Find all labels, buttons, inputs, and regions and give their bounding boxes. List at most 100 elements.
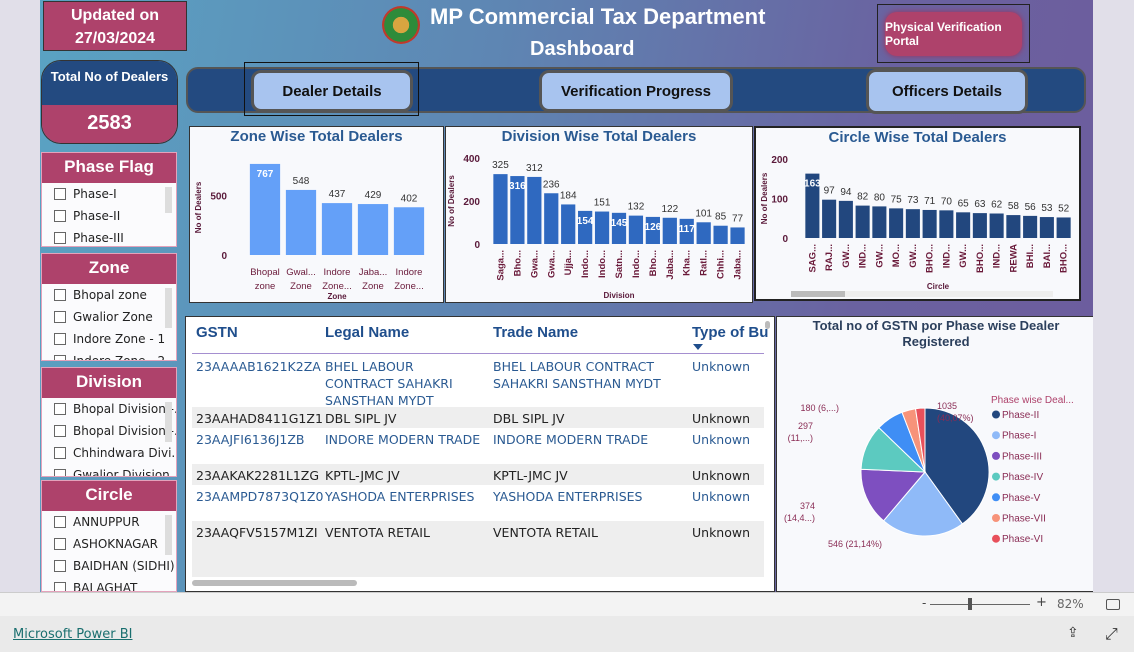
table-cell: Unknown (692, 432, 751, 447)
data-label: 63 (974, 199, 986, 210)
slicer-item[interactable]: ASHOKNAGAR (42, 533, 176, 555)
legend-marker (992, 514, 1000, 522)
checkbox[interactable] (54, 403, 66, 415)
legend-marker (992, 410, 1000, 419)
slicer-item[interactable]: Gwalior Division... (42, 464, 176, 476)
slicer-item[interactable]: Gwalior Zone (42, 306, 176, 328)
slicer-item[interactable]: Bhopal Division -... (42, 398, 176, 420)
slicer-scrollbar[interactable] (165, 187, 172, 213)
slicer-item[interactable]: Bhopal zone (42, 284, 176, 306)
expand-icon[interactable]: ⤢ (1105, 624, 1118, 644)
slicer-item[interactable]: Bhopal Division -... (42, 420, 176, 442)
power-bi-link[interactable]: Microsoft Power BI (13, 627, 132, 642)
share-icon[interactable]: ⇪ (1067, 625, 1079, 641)
x-tick-label: BAI... (1042, 244, 1053, 268)
slicer-item[interactable]: Phase-II (42, 205, 176, 227)
x-tick-label: zone (255, 281, 276, 292)
pie-data-label: (11,...) (788, 433, 813, 443)
checkbox[interactable] (54, 289, 66, 301)
checkbox[interactable] (54, 447, 66, 459)
phase-pie-chart: Total no of GSTN por Phase wise Dealer R… (776, 316, 1093, 592)
tab-officers-details[interactable]: Officers Details (866, 69, 1028, 114)
x-tick-label: SAG... (807, 244, 818, 273)
checkbox[interactable] (54, 333, 66, 345)
fit-to-page-icon[interactable] (1106, 599, 1120, 610)
x-tick-label: Satn... (614, 250, 625, 279)
bar (939, 210, 954, 238)
x-tick-label: Zone... (322, 281, 352, 292)
slicer-scrollbar[interactable] (165, 288, 172, 328)
pie-chart-svg: 1035 (40,07%) 546 (21,14%) 374 (14,4...) 297 (… (784, 395, 1074, 549)
data-label: 402 (401, 193, 418, 204)
table-row[interactable]: 23AAKAK2281L1ZG KPTL-JMC JV KPTL-JMC JV Unk… (192, 464, 764, 485)
horizontal-scrollbar[interactable] (791, 291, 1053, 297)
checkbox[interactable] (54, 516, 66, 528)
slicer-item[interactable]: Chhindwara Divi... (42, 442, 176, 464)
slicer-scrollbar[interactable] (165, 402, 172, 442)
slicer-item-label: ANNUPPUR (73, 515, 140, 529)
slicer-title: Division (42, 368, 176, 398)
checkbox[interactable] (54, 538, 66, 550)
status-bar: - + 82% (0, 592, 1134, 616)
checkbox[interactable] (54, 232, 66, 244)
checkbox[interactable] (54, 188, 66, 200)
slicer-item[interactable]: Indore Zone - 1 (42, 328, 176, 350)
slicer-title: Phase Flag (42, 153, 176, 183)
vertical-scrollbar[interactable] (765, 321, 770, 329)
x-tick-label: IND... (941, 244, 952, 268)
column-header-trade-name[interactable]: Trade Name (493, 324, 578, 341)
horizontal-scrollbar[interactable] (192, 580, 357, 586)
zoom-slider[interactable] (930, 604, 1030, 605)
bar (989, 213, 1004, 238)
bar (905, 209, 920, 238)
bar (972, 213, 987, 238)
table-row[interactable]: 23AAAAB1621K2ZA BHEL LABOUR CONTRACT SAHA… (192, 355, 764, 408)
checkbox[interactable] (54, 210, 66, 222)
column-header-legal-name[interactable]: Legal Name (325, 324, 409, 341)
checkbox[interactable] (54, 425, 66, 437)
pie-data-label: 546 (21,14%) (828, 539, 882, 549)
pie-data-label: 374 (800, 501, 815, 511)
column-header-gstn[interactable]: GSTN (196, 324, 238, 341)
slicer-item[interactable]: Phase-I (42, 183, 176, 205)
zoom-out-button[interactable]: - (922, 596, 926, 610)
table-cell: DBL SIPL JV (493, 411, 565, 426)
zoom-in-button[interactable]: + (1036, 595, 1047, 610)
zoom-slider-handle[interactable] (968, 598, 972, 610)
tab-verification-progress[interactable]: Verification Progress (539, 70, 733, 112)
tab-dealer-details[interactable]: Dealer Details (251, 70, 413, 112)
data-label: 71 (924, 196, 936, 207)
checkbox[interactable] (54, 582, 66, 591)
data-label: 236 (543, 179, 560, 190)
slicer-item[interactable]: BALAGHAT (42, 577, 176, 591)
y-tick-label: 200 (463, 197, 480, 208)
y-tick-label: 500 (210, 192, 227, 203)
checkbox[interactable] (54, 560, 66, 572)
x-tick-label: BHO... (925, 244, 936, 273)
sort-descending-icon[interactable] (693, 344, 703, 350)
checkbox[interactable] (54, 311, 66, 323)
bar (730, 227, 745, 244)
table-row[interactable]: 23AAHAD8411G1Z1 DBL SIPL JV DBL SIPL JV Unk… (192, 407, 764, 428)
slicer-item-label: Phase-III (73, 231, 124, 245)
table-row[interactable]: 23AAQFV5157M1ZI VENTOTA RETAIL VENTOTA RET… (192, 521, 764, 577)
x-tick-label: RAJ... (824, 244, 835, 271)
slicer-item[interactable]: Phase-III (42, 227, 176, 246)
chart-title: Division Wise Total Dealers (501, 128, 697, 145)
slicer-item[interactable]: ANNUPPUR (42, 511, 176, 533)
physical-verification-portal-button[interactable]: Physical Verification Portal (885, 12, 1022, 56)
column-header-type[interactable]: Type of Bu (692, 324, 770, 341)
table-row[interactable]: 23AAMPD7873Q1Z0 YASHODA ENTERPRISES YASHOD… (192, 485, 764, 521)
slicer-item[interactable]: BAIDHAN (SIDHI) (42, 555, 176, 577)
data-label: 767 (257, 169, 274, 180)
checkbox[interactable] (54, 355, 66, 360)
slicer-item[interactable]: Indore Zone - 2 (42, 350, 176, 360)
table-cell: Unknown (692, 489, 751, 504)
x-tick-label: Ujja... (563, 250, 574, 275)
data-label: 65 (958, 198, 970, 209)
x-tick-label: Zone (362, 281, 384, 292)
table-row[interactable]: 23AAJFI6136J1ZB INDORE MODERN TRADE INDORE… (192, 428, 764, 464)
slicer-scrollbar[interactable] (165, 515, 172, 555)
pie-data-label: 180 (6,...) (800, 403, 839, 413)
checkbox[interactable] (54, 469, 66, 476)
